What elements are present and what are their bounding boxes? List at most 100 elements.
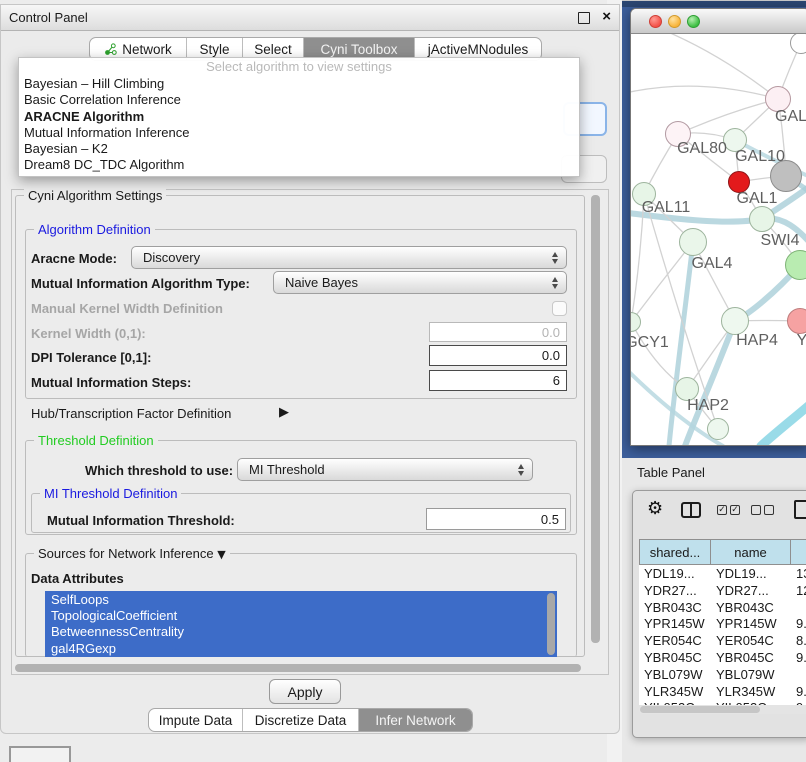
stepper-icon bbox=[552, 252, 566, 264]
table-cell[interactable]: YPR145W bbox=[711, 615, 791, 632]
network-node-label: GAL1 bbox=[737, 190, 778, 208]
table-cell[interactable]: YLR345W bbox=[711, 683, 791, 700]
dropdown-item[interactable]: Bayesian – Hill Climbing bbox=[19, 76, 579, 92]
manual-kernel-width-label: Manual Kernel Width Definition bbox=[31, 301, 223, 316]
mi-threshold-input[interactable]: 0.5 bbox=[426, 508, 566, 530]
table-cell[interactable]: YBR045C bbox=[639, 649, 711, 666]
expand-right-icon[interactable]: ▶ bbox=[279, 405, 289, 420]
table-row[interactable]: YLR345WYLR345W9. bbox=[639, 683, 806, 700]
settings-horizontal-scrollbar[interactable] bbox=[13, 662, 587, 674]
table-cell[interactable]: YDL19... bbox=[711, 565, 791, 582]
network-window-titlebar[interactable] bbox=[631, 9, 806, 34]
table-row[interactable]: YDL19...YDL19...13 bbox=[639, 565, 806, 582]
unchecked-box-icon bbox=[764, 505, 774, 515]
table-cell[interactable] bbox=[791, 599, 806, 616]
table-cell[interactable]: 8. bbox=[791, 632, 806, 649]
minimize-traffic-light[interactable] bbox=[668, 15, 681, 28]
kernel-width-input[interactable]: 0.0 bbox=[429, 322, 567, 342]
manual-kernel-width-checkbox[interactable] bbox=[552, 301, 567, 316]
sources-title[interactable]: Sources for Network Inference bbox=[38, 546, 214, 561]
dropdown-item-selected[interactable]: ARACNE Algorithm bbox=[19, 109, 579, 125]
table-column-header[interactable]: name bbox=[711, 539, 791, 565]
dropdown-item[interactable]: Basic Correlation Inference bbox=[19, 92, 579, 108]
tab-label: Style bbox=[199, 42, 229, 57]
data-attributes-list[interactable]: SelfLoops TopologicalCoefficient Between… bbox=[45, 591, 557, 657]
tab-impute-data[interactable]: Impute Data bbox=[149, 709, 243, 731]
close-traffic-light[interactable] bbox=[649, 15, 662, 28]
zoom-traffic-light[interactable] bbox=[687, 15, 700, 28]
mi-algorithm-type-label: Mutual Information Algorithm Type: bbox=[31, 276, 250, 291]
network-node[interactable] bbox=[679, 228, 707, 256]
network-node[interactable] bbox=[785, 250, 806, 280]
select-all-columns-button[interactable]: ✓ ✓ bbox=[717, 505, 740, 515]
table-cell[interactable]: YER054C bbox=[711, 632, 791, 649]
network-node[interactable] bbox=[790, 34, 806, 54]
table-header-row: shared... name A bbox=[639, 539, 806, 565]
table-cell[interactable]: YBL079W bbox=[711, 666, 791, 683]
close-icon[interactable]: × bbox=[602, 8, 611, 25]
table-cell[interactable]: 9. bbox=[791, 683, 806, 700]
network-node-label: GAL80 bbox=[677, 140, 727, 158]
table-row[interactable]: YPR145WYPR145W9. bbox=[639, 615, 806, 632]
attribute-item[interactable]: BetweennessCentrality bbox=[45, 624, 557, 640]
network-window: GALGAL80GAL10GAL1GAL11SWI4GAL4GCY1HAP4YH… bbox=[630, 8, 806, 446]
table-cell[interactable]: YPR145W bbox=[639, 615, 711, 632]
hub-definition-toggle-label[interactable]: Hub/Transcription Factor Definition bbox=[31, 406, 231, 421]
table-cell[interactable]: YBR043C bbox=[711, 599, 791, 616]
table-row[interactable]: YDR27...YDR27...12 bbox=[639, 582, 806, 599]
tab-discretize-data[interactable]: Discretize Data bbox=[243, 709, 359, 731]
table-horizontal-scrollbar[interactable] bbox=[639, 705, 806, 714]
table-cell[interactable]: YDR27... bbox=[711, 582, 791, 599]
apply-button[interactable]: Apply bbox=[269, 679, 341, 704]
table-cell[interactable]: YBR045C bbox=[711, 649, 791, 666]
table-cell[interactable]: 9. bbox=[791, 649, 806, 666]
attribute-item[interactable]: TopologicalCoefficient bbox=[45, 607, 557, 623]
dropdown-item[interactable]: Dream8 DC_TDC Algorithm bbox=[19, 157, 579, 173]
mi-algorithm-type-select[interactable]: Naive Bayes bbox=[273, 271, 567, 294]
table-row[interactable]: YER054CYER054C8. bbox=[639, 632, 806, 649]
table-cell[interactable] bbox=[791, 666, 806, 683]
network-node[interactable] bbox=[631, 312, 641, 332]
network-node[interactable] bbox=[749, 206, 775, 232]
table-cell[interactable]: YBR043C bbox=[639, 599, 711, 616]
control-panel-titlebar: Control Panel × bbox=[1, 5, 619, 31]
which-threshold-select[interactable]: MI Threshold bbox=[237, 458, 533, 481]
tab-infer-network[interactable]: Infer Network bbox=[359, 709, 472, 731]
deselect-all-columns-button[interactable] bbox=[751, 505, 774, 515]
network-node[interactable] bbox=[707, 418, 729, 440]
float-window-icon[interactable] bbox=[578, 12, 590, 24]
attribute-item[interactable]: SelfLoops bbox=[45, 591, 557, 607]
table-cell[interactable]: 9. bbox=[791, 615, 806, 632]
network-node[interactable] bbox=[787, 308, 806, 334]
network-node[interactable] bbox=[721, 307, 749, 335]
collapse-down-icon[interactable]: ▼ bbox=[217, 548, 225, 561]
table-cell[interactable]: 13 bbox=[791, 565, 806, 582]
settings-gear-button[interactable]: ⚙ bbox=[647, 500, 663, 518]
table-column-header[interactable]: shared... bbox=[639, 539, 711, 565]
table-row[interactable]: YBR045CYBR045C9. bbox=[639, 649, 806, 666]
table-row[interactable]: YBL079WYBL079W bbox=[639, 666, 806, 683]
show-columns-button[interactable] bbox=[681, 502, 701, 518]
table-cell[interactable]: YBL079W bbox=[639, 666, 711, 683]
dropdown-item[interactable]: Mutual Information Inference bbox=[19, 125, 579, 141]
dropdown-item[interactable]: Bayesian – K2 bbox=[19, 141, 579, 157]
dpi-tolerance-input[interactable]: 0.0 bbox=[429, 345, 567, 366]
collapsed-panel-box[interactable] bbox=[9, 746, 71, 762]
network-canvas[interactable]: GALGAL80GAL10GAL1GAL11SWI4GAL4GCY1HAP4YH… bbox=[631, 34, 806, 446]
mi-steps-input[interactable]: 6 bbox=[429, 370, 567, 391]
checked-box-icon: ✓ bbox=[730, 505, 740, 515]
table-cell[interactable]: YDL19... bbox=[639, 565, 711, 582]
table-cell[interactable]: YER054C bbox=[639, 632, 711, 649]
settings-vertical-scrollbar[interactable] bbox=[589, 193, 602, 659]
table-row[interactable]: YBR043CYBR043C bbox=[639, 599, 806, 616]
table-cell[interactable]: YLR345W bbox=[639, 683, 711, 700]
attribute-item[interactable]: gal4RGexp bbox=[45, 640, 557, 656]
new-table-button[interactable] bbox=[794, 500, 806, 519]
list-scrollbar-thumb[interactable] bbox=[547, 593, 555, 655]
stepper-icon bbox=[518, 464, 532, 476]
table-cell[interactable]: YDR27... bbox=[639, 582, 711, 599]
table-cell[interactable]: 12 bbox=[791, 582, 806, 599]
kernel-width-label: Kernel Width (0,1): bbox=[31, 326, 146, 341]
table-column-header[interactable]: A bbox=[791, 539, 806, 565]
aracne-mode-select[interactable]: Discovery bbox=[131, 246, 567, 269]
